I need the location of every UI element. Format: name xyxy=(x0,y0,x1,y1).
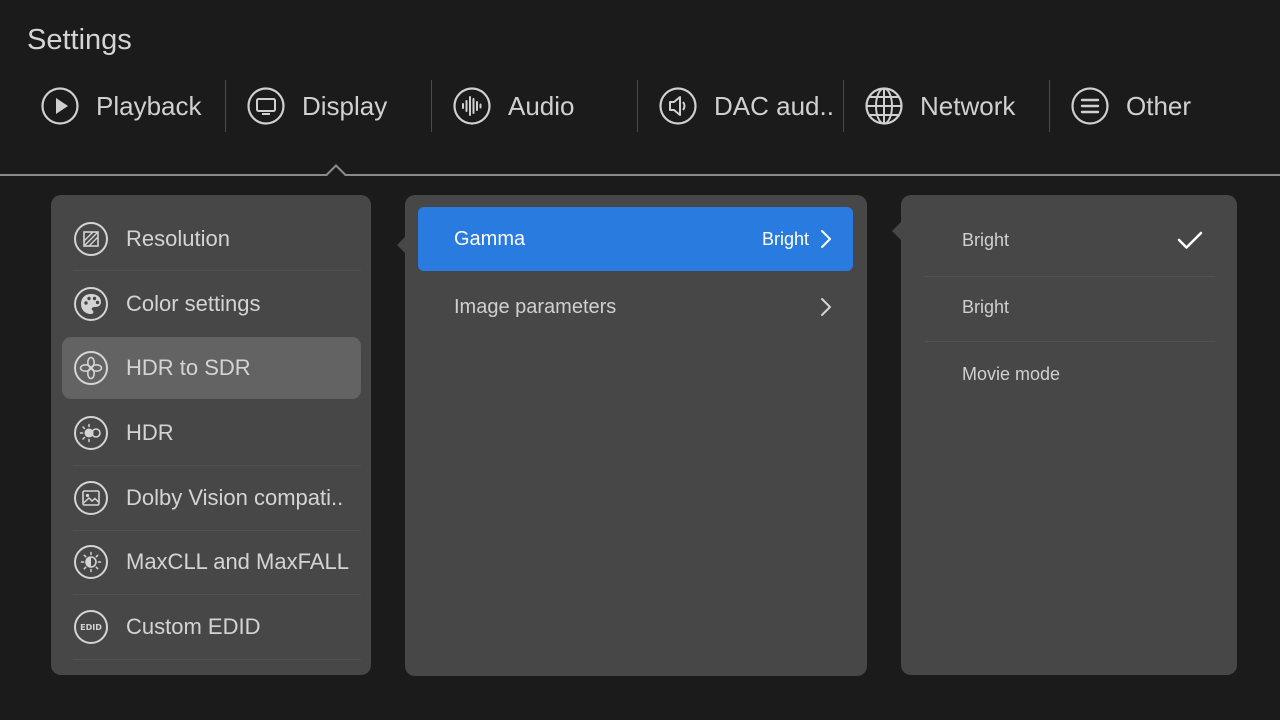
play-circle-icon xyxy=(40,86,80,126)
svg-text:EDID: EDID xyxy=(80,623,102,632)
option-label: Bright xyxy=(962,229,1010,250)
menu-item-color-settings[interactable]: Color settings xyxy=(62,273,361,335)
menu-item-label: Color settings xyxy=(126,291,261,316)
option-movie-mode[interactable]: Movie mode xyxy=(925,341,1215,407)
chevron-right-icon xyxy=(815,228,837,250)
menu-item-custom-edid[interactable]: EDID Custom EDID xyxy=(62,596,361,658)
display-settings-panel: Resolution Color settings HDR to SDR HDR… xyxy=(51,195,371,675)
menu-item-maxcll-maxfall[interactable]: MaxCLL and MaxFALL xyxy=(62,531,361,593)
menu-item-hdr[interactable]: HDR xyxy=(62,402,361,464)
row-label: Gamma xyxy=(454,227,526,250)
divider xyxy=(73,270,361,271)
gamma-options-panel: Bright Bright Movie mode xyxy=(901,195,1237,675)
tab-label: Playback xyxy=(96,90,202,121)
resolution-icon xyxy=(73,221,109,257)
monitor-icon xyxy=(246,86,286,126)
row-gamma[interactable]: Gamma Bright xyxy=(418,207,853,271)
tab-dac-audio[interactable]: DAC aud.. xyxy=(658,78,834,134)
hdr-icon xyxy=(73,415,109,451)
tab-display[interactable]: Display xyxy=(246,78,387,134)
tab-divider xyxy=(637,80,638,132)
active-tab-indicator-inner xyxy=(327,167,345,176)
menu-item-dolby-vision[interactable]: Dolby Vision compati.. xyxy=(62,467,361,529)
menu-item-hdr-to-sdr[interactable]: HDR to SDR xyxy=(62,337,361,399)
menu-item-resolution[interactable]: Resolution xyxy=(62,208,361,270)
tab-divider xyxy=(1049,80,1050,132)
tab-label: Other xyxy=(1126,90,1192,121)
tab-underline xyxy=(0,174,1280,176)
speaker-icon xyxy=(658,86,698,126)
checkmark-icon xyxy=(1175,225,1205,255)
palette-icon xyxy=(73,286,109,322)
chevron-right-icon xyxy=(815,296,837,318)
tab-network[interactable]: Network xyxy=(864,78,1015,134)
menu-item-label: Custom EDID xyxy=(126,614,261,639)
menu-item-label: Resolution xyxy=(126,226,230,251)
row-label: Image parameters xyxy=(454,295,617,318)
option-bright[interactable]: Bright xyxy=(925,274,1215,340)
tab-divider xyxy=(225,80,226,132)
menu-item-label: MaxCLL and MaxFALL xyxy=(126,549,349,574)
tab-label: DAC aud.. xyxy=(714,90,834,121)
tab-divider xyxy=(431,80,432,132)
tab-label: Audio xyxy=(508,90,575,121)
tab-other[interactable]: Other xyxy=(1070,78,1191,134)
divider xyxy=(73,465,361,466)
tab-label: Network xyxy=(920,90,1016,121)
panel-pointer xyxy=(892,222,901,240)
option-label: Movie mode xyxy=(962,363,1061,384)
tab-label: Display xyxy=(302,90,388,121)
tab-playback[interactable]: Playback xyxy=(40,78,202,134)
soundwave-icon xyxy=(452,86,492,126)
page-title: Settings xyxy=(27,24,132,56)
option-label: Bright xyxy=(962,296,1010,317)
menu-item-label: HDR xyxy=(126,420,174,445)
divider xyxy=(73,659,361,660)
divider xyxy=(73,594,361,595)
menu-item-label: Dolby Vision compati.. xyxy=(126,485,344,510)
globe-icon xyxy=(864,86,904,126)
menu-item-label: HDR to SDR xyxy=(126,355,251,380)
edid-icon: EDID xyxy=(73,609,109,645)
row-image-parameters[interactable]: Image parameters xyxy=(418,275,853,339)
tab-divider xyxy=(843,80,844,132)
hdr-to-sdr-submenu-panel: Gamma Bright Image parameters xyxy=(405,195,867,676)
row-value: Bright xyxy=(761,228,809,249)
hdr-to-sdr-icon xyxy=(73,350,109,386)
image-icon xyxy=(73,480,109,516)
brightness-icon xyxy=(73,544,109,580)
menu-lines-icon xyxy=(1070,86,1110,126)
tab-audio[interactable]: Audio xyxy=(452,78,575,134)
option-bright-selected[interactable]: Bright xyxy=(925,207,1215,273)
category-tabs: Playback Display Audio DAC aud.. Network xyxy=(0,78,1280,134)
